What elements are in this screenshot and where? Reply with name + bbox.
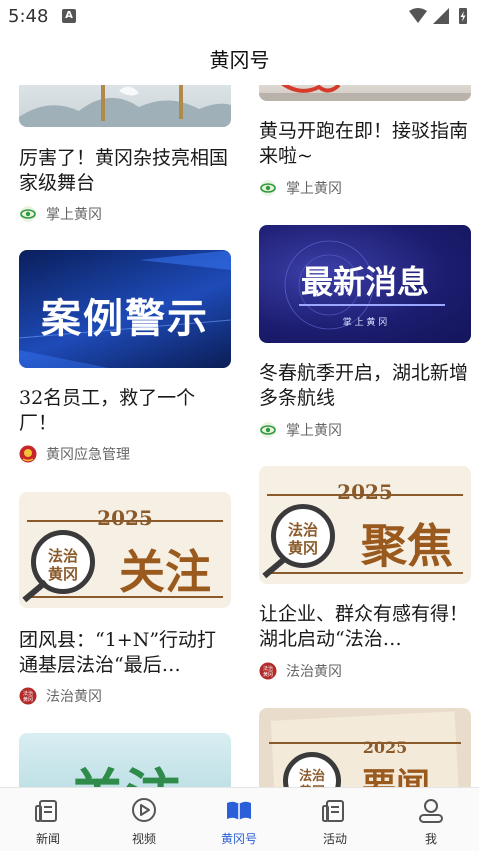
svg-text:黄冈: 黄冈 [263, 671, 273, 678]
status-time: 5:48 [8, 6, 49, 27]
article-source[interactable]: 掌上黄冈 [259, 177, 342, 199]
user-icon [419, 799, 443, 823]
article-source[interactable]: 掌上黄冈 [19, 203, 102, 225]
article-source[interactable]: 法治 黄冈 法治黄冈 [259, 660, 342, 682]
article-thumbnail: 关注 [19, 733, 231, 787]
bottom-tab-bar: 新闻 视频 黄冈号 活动 我 [0, 787, 479, 851]
fazhi-logo-icon: 法治 黄冈 [259, 662, 277, 680]
thumbnail-text: 聚焦 [361, 519, 453, 573]
article-thumbnail [259, 85, 471, 101]
tab-activity[interactable]: 活动 [287, 788, 383, 851]
tab-label: 视频 [131, 832, 156, 846]
article-source[interactable]: 掌上黄冈 [259, 419, 342, 441]
tab-label: 我 [424, 832, 437, 846]
header: 黄冈号 [0, 38, 479, 82]
eye-logo-icon [260, 180, 276, 196]
signal-icon [433, 8, 449, 24]
svg-text:黄冈: 黄冈 [23, 696, 33, 703]
source-name: 掌上黄冈 [46, 207, 102, 223]
article-title[interactable]: 团风县：“1+N”行动打通基层法治“最后… [19, 628, 231, 678]
play-circle-icon [132, 798, 156, 822]
source-name: 黄冈应急管理 [46, 447, 130, 463]
newspaper-icon [35, 800, 57, 822]
thumbnail-text: 关注 [119, 545, 211, 599]
svg-text:法治: 法治 [23, 690, 33, 697]
article-title[interactable]: 冬春航季开启，湖北新增多条航线 [259, 361, 471, 411]
activity-icon [322, 800, 344, 822]
svg-text:法治: 法治 [263, 665, 273, 672]
article-title[interactable]: 厉害了！黄冈杂技亮相国家级舞台 [19, 146, 231, 196]
fazhi-logo-icon: 法治 黄冈 [19, 687, 37, 705]
article-title[interactable]: 黄马开跑在即！接驳指南来啦~ [259, 119, 471, 169]
tab-video[interactable]: 视频 [96, 788, 192, 851]
status-icons [409, 8, 467, 24]
thumbnail-year: 2025 [97, 506, 153, 530]
page-title: 黄冈号 [209, 48, 270, 72]
tab-label: 活动 [322, 832, 347, 846]
tab-label: 新闻 [35, 832, 60, 846]
article-source[interactable]: 法治 黄冈 法治黄冈 [19, 685, 102, 707]
open-book-icon [227, 801, 251, 820]
tab-me[interactable]: 我 [383, 788, 479, 851]
article-feed[interactable]: 厉害了！黄冈杂技亮相国家级舞台 掌上黄冈 案例警示 32名员工，救了一个厂！ 黄… [0, 85, 479, 787]
article-title[interactable]: 让企业、群众有感有得！湖北启动“法治… [259, 602, 471, 652]
status-bar: 5:48 A [0, 0, 479, 32]
thumbnail-text: 要闻 [362, 766, 430, 787]
emblem-icon [19, 445, 37, 463]
source-name: 掌上黄冈 [286, 181, 342, 197]
article-thumbnail: 2025 法治 黄冈 要闻 [259, 708, 471, 787]
article-thumbnail: 最新消息 掌 上 黄 冈 [259, 225, 471, 343]
tab-news[interactable]: 新闻 [0, 788, 96, 851]
source-name: 法治黄冈 [286, 664, 342, 680]
tab-huanggang-hao[interactable]: 黄冈号 [191, 788, 287, 851]
thumbnail-text: 关注 [19, 751, 231, 787]
thumbnail-text: 案例警示 [41, 296, 209, 342]
article-title[interactable]: 32名员工，救了一个厂！ [19, 386, 231, 436]
eye-logo-icon [20, 206, 36, 222]
notification-icon: A [62, 9, 76, 23]
thumbnail-text: 最新消息 [300, 263, 429, 301]
source-name: 法治黄冈 [46, 689, 102, 705]
thumbnail-subtext: 掌 上 黄 冈 [342, 318, 388, 328]
wifi-icon [409, 8, 427, 23]
badge-line2: 黄冈 [287, 539, 318, 557]
article-thumbnail: 2025 法治 黄冈 关注 [19, 492, 231, 608]
eye-logo-icon [260, 422, 276, 438]
thumbnail-year: 2025 [337, 480, 393, 504]
article-source[interactable]: 黄冈应急管理 [19, 443, 130, 465]
article-thumbnail: 案例警示 [19, 250, 231, 368]
tab-label: 黄冈号 [220, 832, 257, 846]
source-name: 掌上黄冈 [286, 423, 342, 439]
article-thumbnail [19, 85, 231, 127]
article-thumbnail: 2025 法治 黄冈 聚焦 [259, 466, 471, 584]
